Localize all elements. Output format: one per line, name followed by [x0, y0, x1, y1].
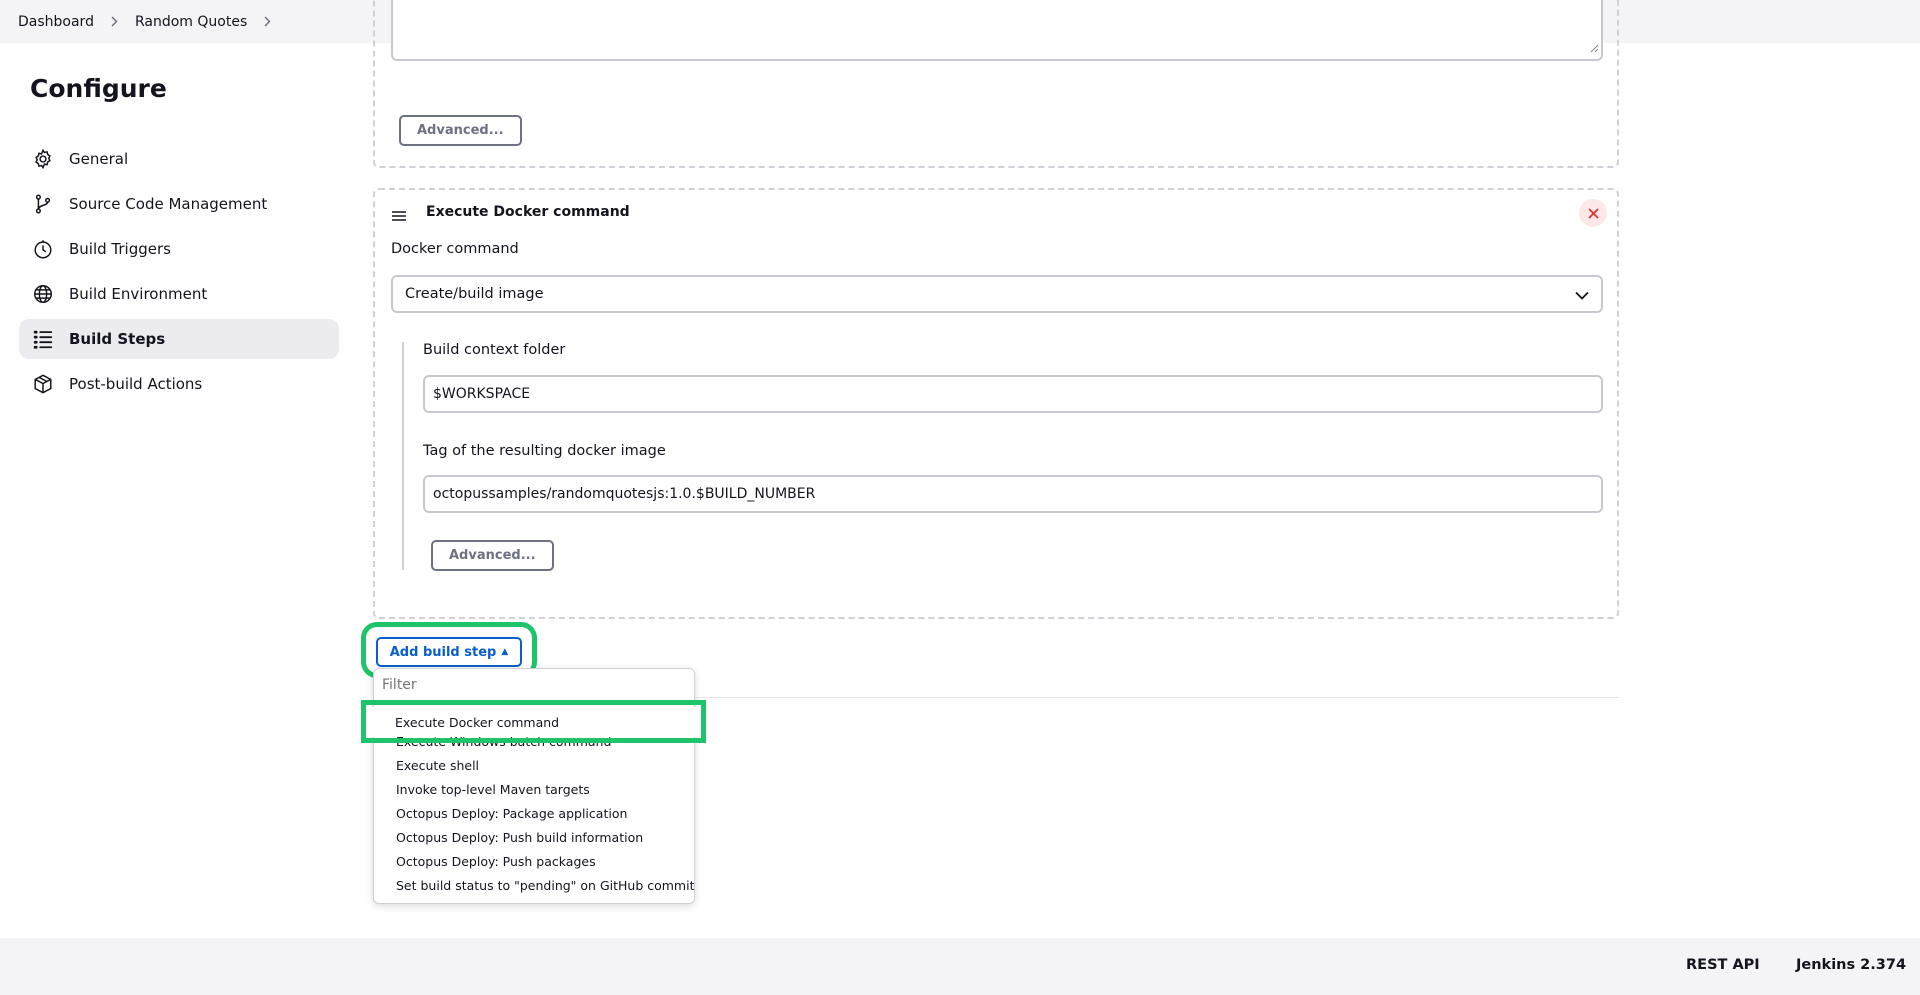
caret-up-icon: ▲ [501, 647, 509, 657]
add-build-step-button[interactable]: Add build step ▲ [376, 637, 522, 667]
docker-command-label: Docker command [391, 241, 519, 257]
sidebar-item-general[interactable]: General [19, 139, 339, 179]
gear-icon [32, 148, 54, 170]
chevron-right-icon[interactable] [264, 16, 271, 27]
docker-command-select[interactable]: Create/build image [391, 275, 1603, 313]
sidebar-item-label: Build Steps [69, 330, 166, 348]
chevron-right-icon [111, 16, 118, 27]
advanced-button[interactable]: Advanced... [399, 115, 522, 146]
build-context-input[interactable]: $WORKSPACE [423, 375, 1603, 413]
docker-command-value: Create/build image [405, 286, 544, 302]
sidebar-item-label: Build Triggers [69, 240, 171, 258]
sidebar-item-build-steps[interactable]: Build Steps [19, 319, 339, 359]
image-tag-label: Tag of the resulting docker image [423, 443, 666, 459]
sidebar-item-label: Source Code Management [69, 195, 268, 213]
list-icon [32, 328, 54, 350]
dropdown-item[interactable]: Execute shell [374, 754, 694, 778]
filter-input[interactable] [374, 669, 694, 702]
sidebar-item-source-code-management[interactable]: Source Code Management [19, 184, 339, 224]
add-build-step-label: Add build step [389, 644, 497, 660]
drag-handle-icon[interactable] [391, 208, 407, 226]
dropdown-item[interactable]: Invoke top-level Maven targets [374, 778, 694, 802]
jenkins-version-link[interactable]: Jenkins 2.374 [1796, 957, 1906, 973]
build-context-value: $WORKSPACE [433, 386, 531, 402]
build-step-dropdown: Execute Docker command Execute Windows b… [373, 668, 695, 904]
resize-grip-icon[interactable] [1590, 39, 1599, 57]
docker-build-step: Execute Docker command Docker command Cr… [373, 188, 1619, 619]
command-textarea[interactable] [391, 0, 1603, 61]
dropdown-item[interactable]: Octopus Deploy: Push build information [374, 826, 694, 850]
globe-icon [32, 283, 54, 305]
previous-build-step: Advanced... [373, 0, 1619, 168]
dropdown-item[interactable]: Octopus Deploy: Package application [374, 802, 694, 826]
breadcrumb-random-quotes[interactable]: Random Quotes [135, 14, 247, 30]
rest-api-link[interactable]: REST API [1686, 957, 1760, 973]
docker-advanced-button[interactable]: Advanced... [431, 540, 554, 571]
breadcrumb-dashboard[interactable]: Dashboard [18, 14, 94, 30]
image-tag-value: octopussamples/randomquotesjs:1.0.$BUILD… [433, 486, 816, 502]
highlighted-dropdown-item[interactable]: Execute Docker command [368, 707, 699, 737]
git-branch-icon [32, 193, 54, 215]
image-tag-input[interactable]: octopussamples/randomquotesjs:1.0.$BUILD… [423, 475, 1603, 513]
dropdown-item[interactable]: Set build status to "pending" on GitHub … [374, 874, 694, 898]
close-icon[interactable] [1579, 199, 1607, 227]
sidebar-item-label: Build Environment [69, 285, 208, 303]
sidebar-item-build-environment[interactable]: Build Environment [19, 274, 339, 314]
sidebar-item-post-build-actions[interactable]: Post-build Actions [19, 364, 339, 404]
sidebar-item-label: Post-build Actions [69, 375, 203, 393]
footer: REST API Jenkins 2.374 [0, 938, 1920, 995]
nested-section-rule [402, 342, 404, 570]
build-context-label: Build context folder [423, 342, 566, 358]
package-icon [32, 373, 54, 395]
page-title: Configure [30, 74, 167, 103]
timer-icon [32, 238, 54, 260]
step-title: Execute Docker command [426, 204, 630, 220]
sidebar-item-label: General [69, 150, 129, 168]
sidebar: General Source Code Management Build Tri… [19, 139, 339, 409]
chevron-down-icon [1575, 288, 1589, 304]
sidebar-item-build-triggers[interactable]: Build Triggers [19, 229, 339, 269]
dropdown-item[interactable]: Octopus Deploy: Push packages [374, 850, 694, 874]
